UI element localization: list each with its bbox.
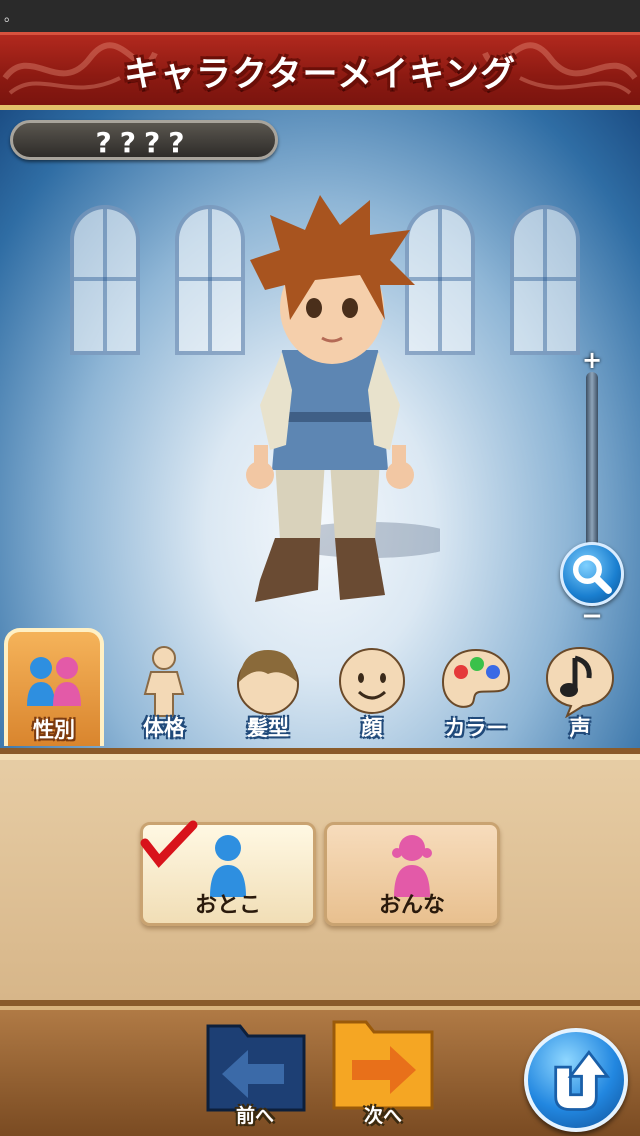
face-icon: [339, 648, 405, 714]
next-button[interactable]: 次へ: [328, 1014, 438, 1130]
status-indicator: 。: [4, 9, 18, 25]
tab-gender[interactable]: 性別: [4, 628, 104, 746]
tab-label: カラー: [444, 716, 508, 740]
gender-option-label: おんな: [378, 893, 445, 918]
page-title: キャラクターメイキング: [123, 55, 517, 95]
music-note-icon: [545, 646, 615, 718]
options-panel: おとこ おんな: [0, 748, 640, 1006]
tab-body[interactable]: 体格: [114, 630, 214, 744]
hair-icon: [237, 650, 299, 715]
zoom-in-button[interactable]: +: [580, 348, 604, 372]
tab-hair[interactable]: 髪型: [218, 630, 318, 744]
zoom-slider-handle[interactable]: [560, 542, 624, 606]
title-bar: キャラクターメイキング: [0, 32, 640, 110]
palette-icon: [441, 648, 511, 708]
tab-label: 顔: [361, 716, 383, 740]
tab-voice[interactable]: 声: [530, 630, 630, 744]
gender-option-label: おとこ: [194, 893, 261, 918]
bottom-nav-bar: 前へ 次へ: [0, 1006, 640, 1136]
previous-button[interactable]: 前へ: [200, 1014, 310, 1130]
magnifier-icon: [572, 554, 612, 594]
body-icon: [143, 646, 185, 717]
tab-label: 体格: [143, 716, 185, 740]
return-button[interactable]: [524, 1028, 628, 1132]
character-name-plate[interactable]: ????: [10, 120, 278, 160]
gender-option-male[interactable]: おとこ: [140, 820, 316, 926]
tab-face[interactable]: 顔: [322, 630, 422, 744]
background-window: [510, 205, 580, 355]
tab-label: 声: [569, 716, 591, 740]
check-mark-icon: [140, 820, 198, 868]
character-model[interactable]: [220, 190, 440, 620]
character-name: ????: [95, 126, 193, 159]
status-bar: 。: [0, 0, 640, 32]
zoom-out-button[interactable]: −: [580, 603, 604, 629]
next-label: 次へ: [363, 1105, 402, 1127]
tab-label: 髪型: [247, 716, 289, 740]
gender-icon: [27, 657, 81, 706]
tab-color[interactable]: カラー: [426, 630, 526, 744]
forward-arrow-icon: [332, 1020, 434, 1110]
category-tab-bar: 性別 体格 髪型 顔 カラー 声: [0, 628, 640, 748]
previous-label: 前へ: [235, 1105, 274, 1127]
tab-label: 性別: [33, 718, 75, 742]
back-arrow-icon: [206, 1024, 306, 1112]
background-window: [70, 205, 140, 355]
gender-option-female[interactable]: おんな: [324, 822, 500, 926]
return-arrow-icon: [554, 1050, 611, 1111]
